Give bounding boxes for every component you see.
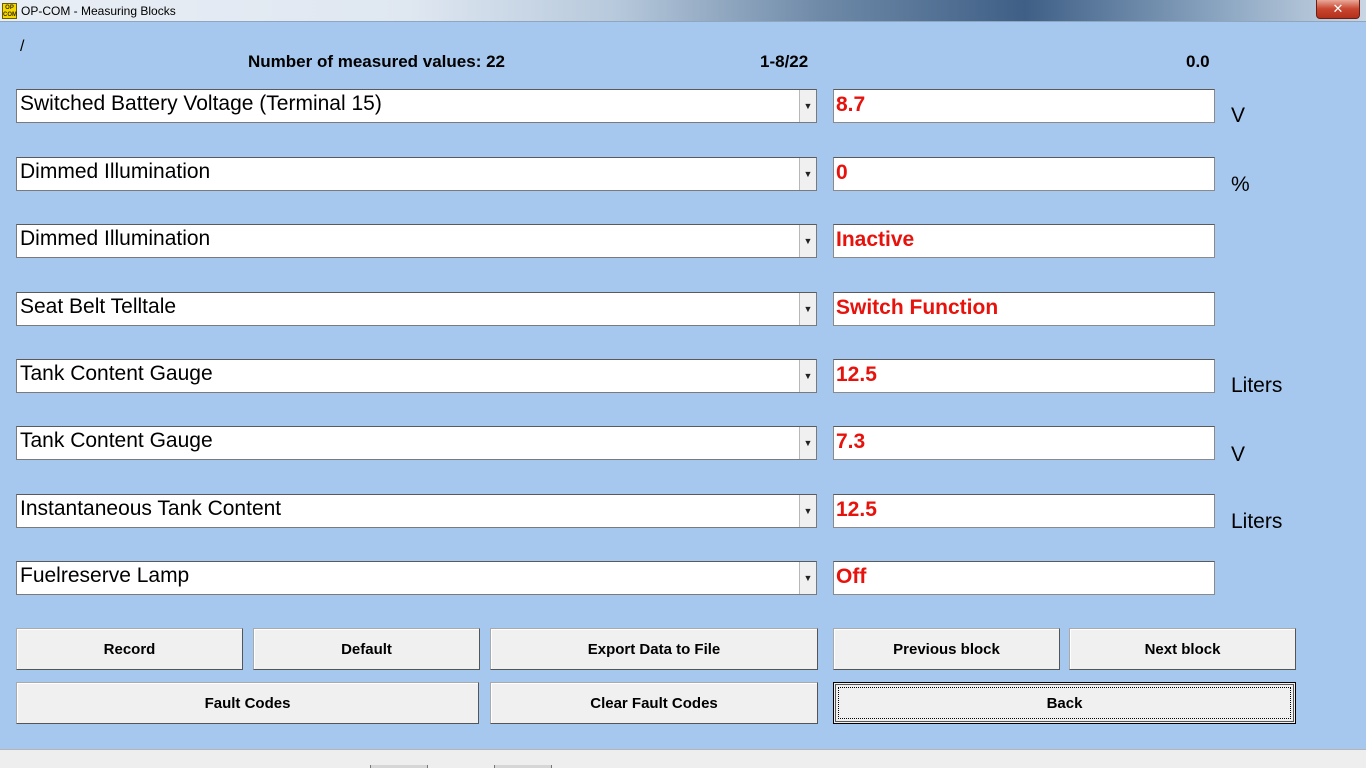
window-title: OP-COM - Measuring Blocks: [21, 4, 176, 18]
app-icon-text-bottom: COM: [3, 12, 17, 18]
clear-fault-codes-button[interactable]: Clear Fault Codes: [490, 682, 818, 724]
record-button[interactable]: Record: [16, 628, 243, 670]
measurement-name: Seat Belt Telltale: [20, 295, 177, 318]
measurement-unit-7: Liters: [1231, 510, 1283, 533]
chevron-down-icon[interactable]: ▼: [799, 293, 816, 325]
measurement-unit-1: V: [1231, 104, 1246, 127]
measurement-value-text: 8.7: [836, 93, 866, 116]
previous-block-button[interactable]: Previous block: [833, 628, 1060, 670]
measurement-value-text: Switch Function: [836, 296, 999, 319]
measurement-value-2: 0: [833, 157, 1215, 191]
measured-values-count: Number of measured values: 22: [248, 52, 505, 71]
previous-block-button-label: Previous block: [893, 640, 1000, 658]
measurement-unit-6: V: [1231, 443, 1246, 466]
measurement-value-text: Inactive: [836, 228, 915, 251]
measurement-select-2[interactable]: Dimmed Illumination ▼: [16, 157, 817, 191]
chevron-down-icon[interactable]: ▼: [799, 360, 816, 392]
export-data-button-label: Export Data to File: [587, 640, 721, 658]
measurement-select-5[interactable]: Tank Content Gauge ▼: [16, 359, 817, 393]
measurement-unit-2: %: [1231, 173, 1250, 196]
measurement-value-text: 12.5: [836, 363, 877, 386]
close-button[interactable]: ✕: [1316, 0, 1360, 19]
measurement-value-text: 0: [836, 161, 848, 184]
fault-codes-button[interactable]: Fault Codes: [16, 682, 479, 724]
next-block-button-label: Next block: [1144, 640, 1221, 658]
export-data-button[interactable]: Export Data to File: [490, 628, 818, 670]
header-marker: /: [20, 38, 25, 55]
app-icon-text-top: OP: [5, 5, 14, 11]
clear-fault-codes-button-label: Clear Fault Codes: [590, 694, 718, 712]
chevron-down-icon[interactable]: ▼: [799, 158, 816, 190]
back-button[interactable]: Back: [833, 682, 1296, 724]
chevron-down-icon[interactable]: ▼: [799, 562, 816, 594]
measurement-select-1[interactable]: Switched Battery Voltage (Terminal 15) ▼: [16, 89, 817, 123]
measurement-value-4: Switch Function: [833, 292, 1215, 326]
measurement-name: Tank Content Gauge: [20, 362, 213, 385]
measurement-value-5: 12.5: [833, 359, 1215, 393]
measurement-name: Switched Battery Voltage (Terminal 15): [20, 92, 382, 115]
status-bar: [0, 749, 1366, 768]
default-button[interactable]: Default: [253, 628, 480, 670]
measurement-name: Fuelreserve Lamp: [20, 564, 190, 587]
measurement-name: Dimmed Illumination: [20, 160, 211, 183]
default-button-label: Default: [341, 640, 392, 658]
focus-ring: [838, 687, 1291, 719]
measurement-name: Dimmed Illumination: [20, 227, 211, 250]
block-range: 1-8/22: [760, 52, 809, 71]
chevron-down-icon[interactable]: ▼: [799, 90, 816, 122]
measurement-value-6: 7.3: [833, 426, 1215, 460]
chevron-down-icon[interactable]: ▼: [799, 225, 816, 257]
measurement-value-text: Off: [836, 565, 867, 588]
measurement-value-text: 12.5: [836, 498, 877, 521]
measurement-select-4[interactable]: Seat Belt Telltale ▼: [16, 292, 817, 326]
measurement-unit-5: Liters: [1231, 374, 1283, 397]
measurement-value-3: Inactive: [833, 224, 1215, 258]
next-block-button[interactable]: Next block: [1069, 628, 1296, 670]
measurement-select-6[interactable]: Tank Content Gauge ▼: [16, 426, 817, 460]
measurement-name: Tank Content Gauge: [20, 429, 213, 452]
measurement-select-3[interactable]: Dimmed Illumination ▼: [16, 224, 817, 258]
measurement-select-8[interactable]: Fuelreserve Lamp ▼: [16, 561, 817, 595]
fault-codes-button-label: Fault Codes: [204, 694, 291, 712]
opcom-app-icon: OP COM: [2, 3, 17, 19]
measurement-value-text: 7.3: [836, 430, 866, 453]
elapsed-time: 0.0: [1186, 52, 1210, 71]
close-icon: ✕: [1332, 1, 1344, 16]
measurement-select-7[interactable]: Instantaneous Tank Content ▼: [16, 494, 817, 528]
record-button-label: Record: [103, 640, 156, 658]
measurement-value-7: 12.5: [833, 494, 1215, 528]
measurement-value-1: 8.7: [833, 89, 1215, 123]
chevron-down-icon[interactable]: ▼: [799, 427, 816, 459]
measurement-value-8: Off: [833, 561, 1215, 595]
measurement-name: Instantaneous Tank Content: [20, 497, 282, 520]
title-bar: OP COM OP-COM - Measuring Blocks ✕: [0, 0, 1366, 22]
chevron-down-icon[interactable]: ▼: [799, 495, 816, 527]
